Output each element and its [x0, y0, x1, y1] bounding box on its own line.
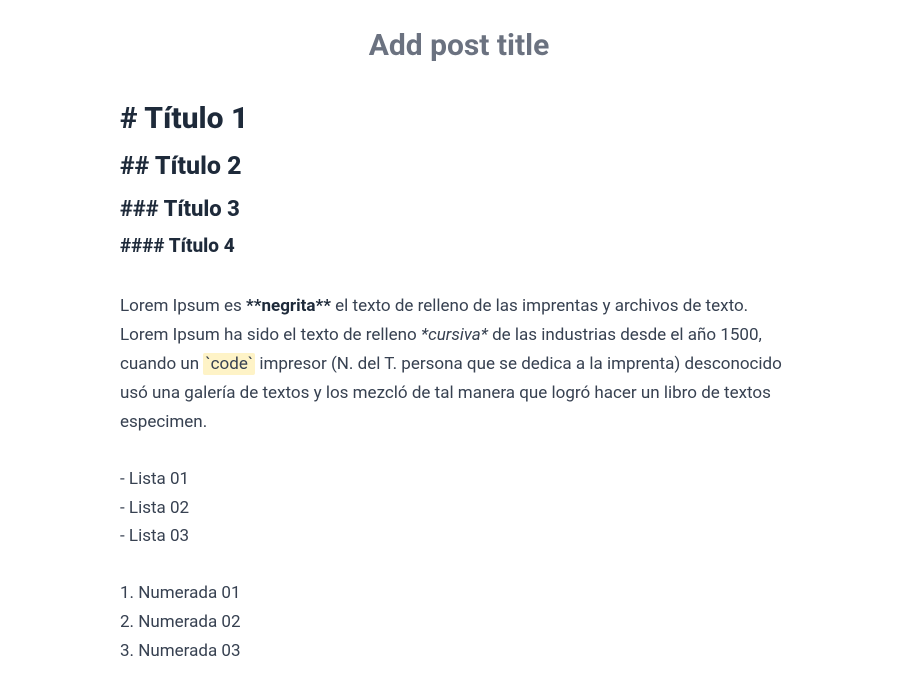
list-item: 1. Numerada 01 — [120, 579, 798, 608]
bold-markdown: **negrita** — [246, 296, 331, 316]
heading-4: #### Título 4 — [120, 230, 798, 262]
heading-2: ## Título 2 — [120, 146, 798, 189]
heading-3: ### Título 3 — [120, 191, 798, 228]
list-item: - Lista 02 — [120, 494, 798, 523]
list-item: 3. Numerada 03 — [120, 637, 798, 666]
code-markdown: `code` — [203, 353, 255, 375]
list-item: 2. Numerada 02 — [120, 608, 798, 637]
post-editor-container: # Título 1 ## Título 2 ### Título 3 ####… — [0, 0, 918, 686]
paragraph-text: Lorem Ipsum es **negrita** el texto de r… — [120, 292, 798, 436]
para-text-1: Lorem Ipsum es — [120, 296, 246, 316]
unordered-list: - Lista 01 - Lista 02 - Lista 03 — [120, 465, 798, 552]
post-content-editor[interactable]: # Título 1 ## Título 2 ### Título 3 ####… — [120, 93, 798, 666]
list-item: - Lista 01 — [120, 465, 798, 494]
post-title-input[interactable] — [120, 20, 798, 93]
italic-markdown: *cursiva* — [421, 325, 488, 345]
ordered-list: 1. Numerada 01 2. Numerada 02 3. Numerad… — [120, 579, 798, 666]
list-item: - Lista 03 — [120, 522, 798, 551]
heading-1: # Título 1 — [120, 93, 798, 144]
